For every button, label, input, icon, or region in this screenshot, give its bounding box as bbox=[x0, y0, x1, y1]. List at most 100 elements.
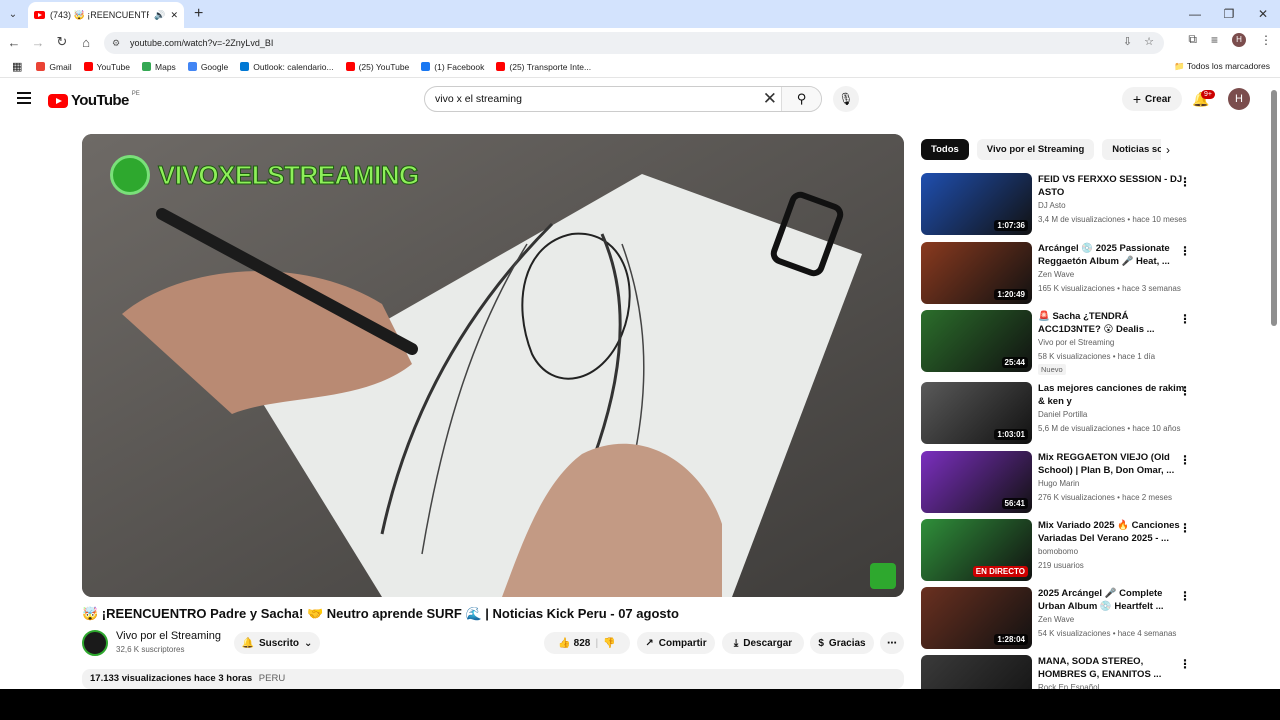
recommended-video[interactable]: 1:07:36 FEID VS FERXXO SESSION - DJ ASTO D… bbox=[921, 173, 1201, 237]
bookmark-label: Outlook: calendario... bbox=[253, 61, 334, 72]
bookmark-item[interactable]: YouTube bbox=[83, 62, 130, 72]
back-icon[interactable]: ← bbox=[2, 35, 26, 50]
new-tab-button[interactable]: + bbox=[194, 5, 203, 23]
install-icon[interactable]: ⇩ bbox=[1123, 35, 1132, 48]
more-options-icon[interactable]: ⋮ bbox=[1179, 384, 1191, 398]
forward-icon[interactable]: → bbox=[26, 35, 50, 50]
more-options-icon[interactable]: ⋮ bbox=[1179, 453, 1191, 467]
share-icon: ↗ bbox=[645, 637, 654, 649]
create-button[interactable]: + Crear bbox=[1122, 87, 1182, 111]
recommended-channel: Zen Wave bbox=[1038, 615, 1075, 624]
tab-close-icon[interactable]: ✕ bbox=[170, 10, 178, 21]
restore-icon[interactable]: ❐ bbox=[1212, 0, 1246, 28]
clear-search-icon[interactable]: ✕ bbox=[763, 89, 777, 109]
video-thumbnail[interactable]: 1:03:01 bbox=[921, 382, 1032, 444]
video-thumbnail[interactable]: 56:41 bbox=[921, 451, 1032, 513]
description-box[interactable]: 17.133 visualizaciones hace 3 horas PERU bbox=[82, 669, 904, 689]
voice-search-icon[interactable]: 🎙 bbox=[833, 86, 859, 112]
youtube-play-icon bbox=[48, 93, 68, 108]
bookmark-item[interactable]: (1) Facebook bbox=[421, 62, 484, 72]
chevron-right-icon[interactable]: › bbox=[1166, 143, 1170, 157]
recommended-channel: Daniel Portilla bbox=[1038, 410, 1088, 419]
minimize-icon[interactable]: — bbox=[1178, 0, 1212, 28]
download-button[interactable]: ⤓ Descargar bbox=[722, 632, 804, 654]
recommended-title: 2025 Arcángel 🎤 Complete Urban Album 💿 H… bbox=[1038, 588, 1164, 612]
audio-icon[interactable]: 🔊 bbox=[154, 10, 165, 21]
thanks-button[interactable]: $ Gracias bbox=[810, 632, 874, 654]
browser-menu-icon[interactable]: ⋮ bbox=[1260, 33, 1272, 47]
recommended-meta: 276 K visualizaciones • hace 2 meses bbox=[1038, 493, 1172, 502]
tab-title: (743) 🤯 ¡REENCUENTRO P bbox=[50, 9, 149, 20]
search-input[interactable]: vivo x el streaming bbox=[435, 93, 522, 105]
bookmark-star-icon[interactable]: ☆ bbox=[1144, 35, 1154, 48]
more-options-icon[interactable]: ⋮ bbox=[1179, 175, 1191, 189]
bookmark-item[interactable]: Outlook: calendario... bbox=[240, 61, 334, 72]
recommended-video[interactable]: 1:03:01 Las mejores canciones de rakim & … bbox=[921, 382, 1201, 446]
apps-grid-icon[interactable]: ▦ bbox=[12, 60, 22, 73]
home-icon[interactable]: ⌂ bbox=[74, 35, 98, 50]
taskbar-strip bbox=[0, 689, 1280, 720]
video-player[interactable] bbox=[82, 134, 904, 597]
youtube-logo[interactable]: YouTube PE bbox=[48, 91, 140, 109]
reload-icon[interactable]: ↻ bbox=[50, 34, 74, 50]
video-title: 🤯 ¡REENCUENTRO Padre y Sacha! 🤝 Neutro a… bbox=[82, 606, 679, 621]
bookmark-label: Maps bbox=[155, 61, 176, 72]
like-button[interactable]: 👍 828 bbox=[558, 638, 590, 649]
channel-name[interactable]: Vivo por el Streaming bbox=[116, 630, 221, 642]
menu-icon[interactable] bbox=[17, 92, 31, 104]
recommended-video[interactable]: 1:28:04 2025 Arcángel 🎤 Complete Urban Al… bbox=[921, 587, 1201, 651]
more-options-icon[interactable]: ⋮ bbox=[1179, 657, 1191, 671]
bookmark-item[interactable]: Google bbox=[187, 62, 228, 72]
video-thumbnail[interactable]: 1:28:04 bbox=[921, 587, 1032, 649]
search-button[interactable]: ⚲ bbox=[781, 87, 821, 111]
media-control-icon[interactable]: ≡ bbox=[1211, 33, 1218, 47]
recommended-video[interactable]: EN DIRECTO Mix Variado 2025 🔥 Canciones V… bbox=[921, 519, 1201, 583]
recommended-meta: 54 K visualizaciones • hace 4 semanas bbox=[1038, 629, 1177, 638]
more-options-icon[interactable]: ⋮ bbox=[1179, 589, 1191, 603]
video-thumbnail[interactable]: 1:20:49 bbox=[921, 242, 1032, 304]
duration-badge: 25:44 bbox=[1001, 357, 1028, 368]
share-button[interactable]: ↗ Compartir bbox=[637, 632, 715, 654]
video-thumbnail[interactable]: EN DIRECTO bbox=[921, 519, 1032, 581]
search-box[interactable]: vivo x el streaming ✕ ⚲ bbox=[424, 86, 822, 112]
bookmark-item[interactable]: Gmail bbox=[36, 62, 72, 72]
location-tag[interactable]: PERU bbox=[259, 673, 285, 684]
more-options-icon[interactable]: ⋮ bbox=[1179, 312, 1191, 326]
browser-tab[interactable]: (743) 🤯 ¡REENCUENTRO P 🔊 ✕ bbox=[28, 2, 184, 28]
bookmark-item[interactable]: (25) Transporte Inte... bbox=[496, 62, 591, 72]
video-thumbnail[interactable]: 25:44 bbox=[921, 310, 1032, 372]
plus-icon: + bbox=[1132, 91, 1142, 107]
recommended-video[interactable]: 56:41 Mix REGGAETON VIEJO (Old School) | … bbox=[921, 451, 1201, 515]
duration-badge: 1:28:04 bbox=[994, 634, 1028, 645]
url-bar[interactable]: ⚙ youtube.com/watch?v=-2ZnyLvd_BI ⇩ ☆ bbox=[104, 32, 1164, 54]
bookmark-item[interactable]: (25) YouTube bbox=[345, 62, 409, 72]
duration-badge: 1:20:49 bbox=[994, 289, 1028, 300]
all-bookmarks[interactable]: 📁 Todos los marcadores bbox=[1174, 61, 1270, 72]
recommended-video[interactable]: 1:20:49 Arcángel 💿 2025 Passionate Reggae… bbox=[921, 242, 1201, 306]
site-info-icon[interactable]: ⚙ bbox=[112, 38, 124, 49]
bookmarks-bar: ▦ Gmail YouTube Maps Google Outlook: calenda… bbox=[0, 56, 1280, 78]
dislike-button[interactable]: 👎 bbox=[603, 638, 615, 649]
bookmark-item[interactable]: Maps bbox=[142, 62, 176, 72]
chip-todos[interactable]: Todos bbox=[921, 139, 969, 160]
chip-noticias[interactable]: Noticias sobre p bbox=[1102, 139, 1161, 160]
channel-info: Vivo por el Streaming 32,6 K suscriptore… bbox=[82, 630, 221, 656]
recommended-video[interactable]: 25:44 🚨 Sacha ¿TENDRÁ ACC1D3NTE? 😮 Dealis… bbox=[921, 310, 1201, 375]
duration-badge: 1:03:01 bbox=[994, 429, 1028, 440]
chip-vivo[interactable]: Vivo por el Streaming bbox=[976, 139, 1095, 160]
more-options-icon[interactable]: ⋮ bbox=[1179, 244, 1191, 258]
profile-avatar[interactable]: H bbox=[1232, 32, 1246, 47]
channel-avatar[interactable] bbox=[82, 630, 108, 656]
bookmark-favicon-icon bbox=[345, 62, 355, 71]
extensions-icon[interactable]: ⧉ bbox=[1188, 32, 1197, 47]
tab-search-icon[interactable]: ⌄ bbox=[4, 5, 22, 23]
address-bar-row: ← → ↻ ⌂ ⚙ youtube.com/watch?v=-2ZnyLvd_B… bbox=[0, 28, 1280, 56]
more-options-icon[interactable]: ⋮ bbox=[1179, 521, 1191, 535]
close-window-icon[interactable]: ✕ bbox=[1246, 0, 1280, 28]
subscribed-button[interactable]: 🔔 Suscrito ⌄ bbox=[234, 632, 320, 654]
video-thumbnail[interactable]: 1:07:36 bbox=[921, 173, 1032, 235]
corner-watermark-icon[interactable] bbox=[870, 563, 896, 589]
page-scrollbar[interactable] bbox=[1271, 90, 1277, 326]
more-actions-button[interactable]: ⋯ bbox=[880, 632, 904, 654]
user-avatar[interactable]: H bbox=[1228, 88, 1250, 110]
